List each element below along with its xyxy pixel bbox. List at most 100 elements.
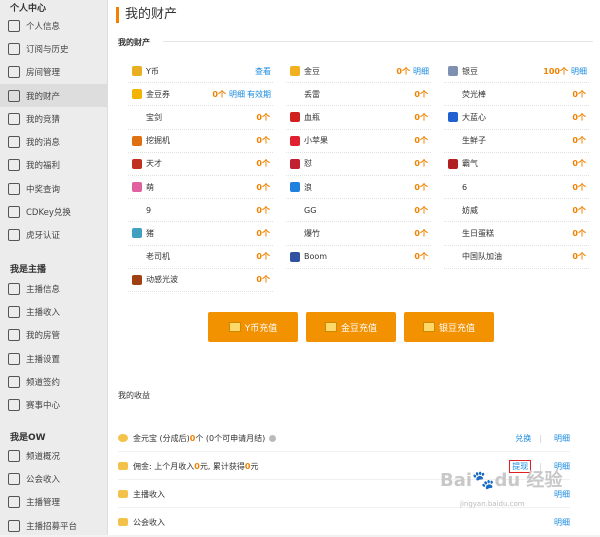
sidebar-item[interactable]: 我的房管 <box>0 324 107 347</box>
sidebar-item-label: 订阅与历史 <box>26 44 69 55</box>
asset-link[interactable]: 有效期 <box>247 89 271 100</box>
silver-recharge-button[interactable]: 银豆充值 <box>404 312 494 342</box>
asset-name: 金豆券 <box>146 89 170 99</box>
asset-icon <box>132 135 142 146</box>
asset-count: 0个 <box>256 182 270 192</box>
manager-icon <box>8 329 20 342</box>
sidebar-item[interactable]: CDKey兑换 <box>0 200 107 223</box>
assets-column-1: Y币 查看 金豆券 0个 明细 有效期 宝剑 0个 挖掘机 0个 天才 0个萌 0个 9 0个猪 0个 老司机 0… <box>128 60 273 292</box>
asset-name: 银豆 <box>462 66 478 76</box>
sidebar-item[interactable]: 我的财产 <box>0 83 107 108</box>
sidebar-item[interactable]: 虎牙认证 <box>0 224 107 247</box>
sidebar-item[interactable]: 主播信息 <box>0 277 107 300</box>
asset-name: 霸气 <box>462 159 478 169</box>
asset-count: 0个 <box>414 159 428 169</box>
exchange-link[interactable]: 兑换 <box>515 433 531 444</box>
sidebar-item-label: 房间管理 <box>26 68 61 79</box>
sidebar-item-label: 我的房管 <box>26 331 61 342</box>
gold-recharge-button[interactable]: 金豆充值 <box>306 312 396 342</box>
sidebar-item[interactable]: 主播招募平台 <box>0 514 107 537</box>
page-title: 我的财产 <box>116 7 177 23</box>
sidebar-item[interactable]: 我的福利 <box>0 154 107 177</box>
asset-item: GG 0个 <box>286 199 431 223</box>
asset-link[interactable]: 明细 <box>413 66 429 77</box>
asset-icon <box>448 252 458 262</box>
asset-item: 挖掘机 0个 <box>128 130 273 153</box>
asset-link[interactable]: 查看 <box>255 66 271 77</box>
sidebar-item-label: 我的消息 <box>26 138 61 149</box>
asset-name: Boom <box>304 252 328 262</box>
ingot-icon <box>118 434 128 442</box>
asset-count: 0个 <box>414 205 428 215</box>
asset-icon <box>290 89 300 99</box>
asset-link[interactable]: 明细 <box>229 89 245 100</box>
ycoin-recharge-button[interactable]: Y币充值 <box>208 312 298 342</box>
asset-name: 小苹果 <box>304 136 328 146</box>
sidebar-item[interactable]: 主播收入 <box>0 300 107 323</box>
sidebar-item-label: 公会收入 <box>26 474 61 485</box>
asset-name: 妨威 <box>462 205 478 215</box>
coin-icon <box>324 322 337 332</box>
asset-icon <box>290 135 300 146</box>
sidebar-item[interactable]: 主播设置 <box>0 347 107 370</box>
sidebar-item[interactable]: 我的竞猜 <box>0 107 107 130</box>
asset-link[interactable]: 明细 <box>571 66 587 77</box>
asset-count: 0个 <box>572 159 586 169</box>
asset-icon <box>132 89 142 100</box>
asset-name: 生日蛋糕 <box>462 228 494 238</box>
sidebar-item[interactable]: 赛事中心 <box>0 393 107 416</box>
wallet-icon <box>118 462 128 470</box>
asset-icon <box>290 228 300 238</box>
asset-icon <box>448 66 458 77</box>
sidebar-item-label: 个人信息 <box>26 21 61 32</box>
sidebar-item[interactable]: 公会收入 <box>0 467 107 490</box>
asset-icon <box>290 158 300 169</box>
asset-icon <box>448 89 458 99</box>
id-card-icon <box>8 282 20 295</box>
sidebar-item[interactable]: 中奖查询 <box>0 177 107 200</box>
guild-income-icon <box>8 472 20 485</box>
asset-item: 动感光波 0个 <box>128 269 273 292</box>
sidebar-item[interactable]: 频道概况 <box>0 444 107 467</box>
detail-link[interactable]: 明细 <box>554 517 570 528</box>
wallet-icon <box>118 518 128 526</box>
asset-name: 6 <box>462 182 468 192</box>
sidebar-item-label: 频道概况 <box>26 451 61 462</box>
sidebar-item-label: CDKey兑换 <box>26 208 71 219</box>
asset-name: 猪 <box>146 228 154 238</box>
sidebar-group-anchor: 我是主播 <box>10 265 47 275</box>
shield-icon <box>8 229 20 242</box>
sidebar-item[interactable]: 主播管理 <box>0 491 107 514</box>
sidebar-item-label: 主播信息 <box>26 284 61 295</box>
asset-item: 怼 0个 <box>286 153 431 176</box>
sidebar-item-label: 我的财产 <box>26 91 61 102</box>
asset-icon <box>448 228 458 238</box>
asset-icon <box>290 251 300 262</box>
asset-count: 0个 <box>256 112 270 122</box>
sidebar-item[interactable]: 订阅与历史 <box>0 37 107 60</box>
asset-count: 0个 <box>414 112 428 122</box>
asset-item: 金豆券 0个 明细 有效期 <box>128 83 273 107</box>
asset-item: 荧光棒 0个 <box>444 83 589 107</box>
sidebar-item[interactable]: 个人信息 <box>0 14 107 37</box>
heart-icon <box>8 42 20 55</box>
sidebar-item-label: 赛事中心 <box>26 401 61 412</box>
income-section-title: 我的收益 <box>118 391 150 400</box>
sidebar-item[interactable]: 频道签约 <box>0 370 107 393</box>
asset-name: Y币 <box>146 66 159 76</box>
detail-link[interactable]: 明细 <box>554 433 570 444</box>
asset-name: 老司机 <box>146 252 170 262</box>
trophy-icon <box>8 399 20 412</box>
sidebar-item-label: 主播收入 <box>26 307 61 318</box>
asset-count: 0个 <box>414 89 428 99</box>
help-icon[interactable] <box>269 434 277 442</box>
sidebar-item[interactable]: 房间管理 <box>0 61 107 84</box>
asset-name: 怼 <box>304 159 312 169</box>
asset-icon <box>448 158 458 169</box>
asset-count: 0个 <box>572 228 586 238</box>
asset-item: 妨威 0个 <box>444 199 589 223</box>
wallet-icon <box>8 89 20 102</box>
main-panel: 我的财产 我的财产 Y币 查看 金豆券 0个 明细 有效期 宝剑 0个 挖掘机 0个 天才 0个萌 0个… <box>108 0 600 536</box>
asset-item: 大蓝心 0个 <box>444 106 589 130</box>
sidebar-item[interactable]: 我的消息 <box>0 130 107 153</box>
